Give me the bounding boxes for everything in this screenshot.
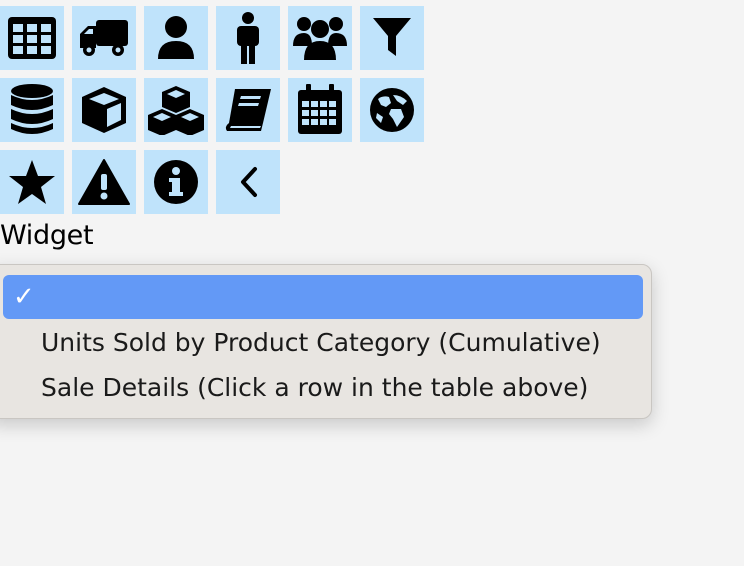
icon-row (0, 150, 424, 214)
page: Widget ✓ Units Sold by Product Category … (0, 0, 744, 566)
checkmark-icon: ✓ (13, 282, 35, 312)
users-icon[interactable] (288, 6, 352, 70)
calendar-icon[interactable] (288, 78, 352, 142)
dropdown-option-empty[interactable]: ✓ (3, 275, 643, 319)
male-icon[interactable] (216, 6, 280, 70)
option-label: Units Sold by Product Category (Cumulati… (41, 328, 601, 357)
filter-icon[interactable] (360, 6, 424, 70)
user-icon[interactable] (144, 6, 208, 70)
widget-dropdown-menu[interactable]: ✓ Units Sold by Product Category (Cumula… (0, 264, 652, 419)
info-icon[interactable] (144, 150, 208, 214)
dropdown-option-units-sold[interactable]: Units Sold by Product Category (Cumulati… (3, 321, 643, 365)
table-icon[interactable] (0, 6, 64, 70)
star-icon[interactable] (0, 150, 64, 214)
dropdown-option-sale-details[interactable]: Sale Details (Click a row in the table a… (3, 366, 643, 410)
widget-label: Widget (0, 220, 94, 251)
icon-toolbar (0, 6, 424, 222)
cubes-icon[interactable] (144, 78, 208, 142)
icon-row (0, 6, 424, 70)
database-icon[interactable] (0, 78, 64, 142)
cube-icon[interactable] (72, 78, 136, 142)
globe-icon[interactable] (360, 78, 424, 142)
option-label: Sale Details (Click a row in the table a… (41, 373, 589, 402)
truck-icon[interactable] (72, 6, 136, 70)
icon-row (0, 78, 424, 142)
chevron-left-icon[interactable] (216, 150, 280, 214)
warning-icon[interactable] (72, 150, 136, 214)
book-icon[interactable] (216, 78, 280, 142)
